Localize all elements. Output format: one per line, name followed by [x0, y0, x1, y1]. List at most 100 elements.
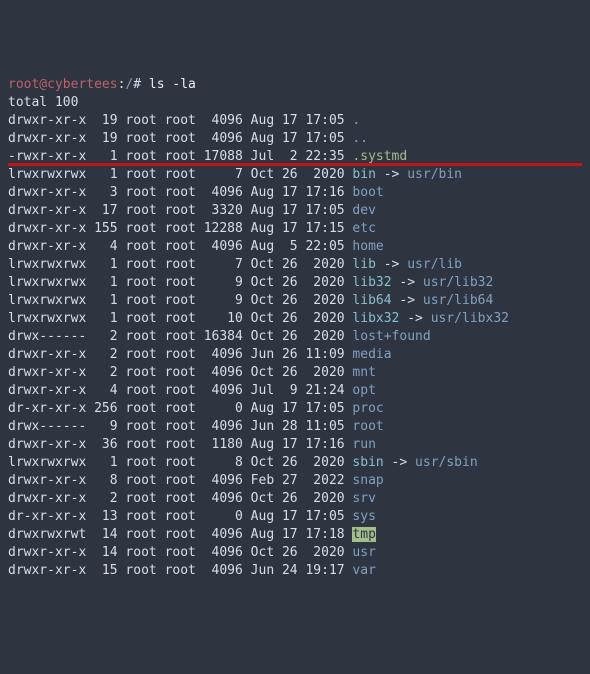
- total-line: total 100: [8, 94, 582, 112]
- ls-row: drwxrwxrwt 14 root root 4096 Aug 17 17:1…: [8, 526, 582, 544]
- filename: .systmd: [352, 149, 407, 164]
- group: root: [165, 167, 196, 182]
- group: root: [165, 491, 196, 506]
- filename: etc: [352, 221, 375, 236]
- date: Aug 17 17:15: [251, 221, 353, 236]
- perm: drwxrwxrwt: [8, 527, 86, 542]
- filename: tmp: [352, 527, 375, 542]
- ls-row: drwxr-xr-x 19 root root 4096 Aug 17 17:0…: [8, 112, 582, 130]
- perm: lrwxrwxrwx: [8, 167, 86, 182]
- size: 12288: [196, 221, 251, 236]
- link-target: usr/libx32: [431, 311, 509, 326]
- ls-row: lrwxrwxrwx 1 root root 9 Oct 26 2020 lib…: [8, 292, 582, 310]
- size: 3320: [196, 203, 251, 218]
- group: root: [165, 473, 196, 488]
- ls-row: drwxr-xr-x 15 root root 4096 Jun 24 19:1…: [8, 562, 582, 580]
- perm: drwxr-xr-x: [8, 203, 86, 218]
- owner: root: [125, 365, 156, 380]
- date: Jun 26 11:09: [251, 347, 353, 362]
- nlinks: 256: [86, 401, 125, 416]
- date: Jul 2 22:35: [251, 149, 353, 164]
- perm: drwx------: [8, 419, 86, 434]
- filename: srv: [352, 491, 375, 506]
- group: root: [165, 131, 196, 146]
- terminal[interactable]: root@cybertees:/# ls -latotal 100drwxr-x…: [8, 76, 582, 580]
- size: 4096: [196, 185, 251, 200]
- filename: var: [352, 563, 375, 578]
- size: 4096: [196, 491, 251, 506]
- ls-row: -rwxr-xr-x 1 root root 17088 Jul 2 22:35…: [8, 148, 582, 166]
- nlinks: 1: [86, 311, 125, 326]
- nlinks: 4: [86, 383, 125, 398]
- ls-row: drwxr-xr-x 2 root root 4096 Oct 26 2020 …: [8, 364, 582, 382]
- date: Oct 26 2020: [251, 275, 353, 290]
- nlinks: 1: [86, 257, 125, 272]
- size: 4096: [196, 131, 251, 146]
- perm: drwxr-xr-x: [8, 221, 86, 236]
- date: Oct 26 2020: [251, 167, 353, 182]
- owner: root: [125, 185, 156, 200]
- perm: lrwxrwxrwx: [8, 311, 86, 326]
- date: Aug 17 17:05: [251, 113, 353, 128]
- perm: -rwxr-xr-x: [8, 149, 86, 164]
- filename: lib64: [352, 293, 391, 308]
- group: root: [165, 401, 196, 416]
- owner: root: [125, 329, 156, 344]
- size: 10: [196, 311, 251, 326]
- size: 4096: [196, 347, 251, 362]
- ls-row: lrwxrwxrwx 1 root root 7 Oct 26 2020 lib…: [8, 256, 582, 274]
- filename: dev: [352, 203, 375, 218]
- date: Aug 17 17:16: [251, 437, 353, 452]
- owner: root: [125, 113, 156, 128]
- size: 9: [196, 275, 251, 290]
- nlinks: 2: [86, 329, 125, 344]
- date: Aug 5 22:05: [251, 239, 353, 254]
- owner: root: [125, 203, 156, 218]
- ls-row: drwxr-xr-x 14 root root 4096 Oct 26 2020…: [8, 544, 582, 562]
- size: 4096: [196, 383, 251, 398]
- nlinks: 1: [86, 293, 125, 308]
- group: root: [165, 509, 196, 524]
- perm: lrwxrwxrwx: [8, 275, 86, 290]
- arrow-icon: ->: [376, 167, 407, 182]
- date: Aug 17 17:05: [251, 401, 353, 416]
- date: Oct 26 2020: [251, 257, 353, 272]
- filename: sbin: [352, 455, 383, 470]
- date: Aug 17 17:05: [251, 131, 353, 146]
- group: root: [165, 149, 196, 164]
- date: Oct 26 2020: [251, 365, 353, 380]
- group: root: [165, 527, 196, 542]
- filename: mnt: [352, 365, 375, 380]
- link-target: usr/sbin: [415, 455, 478, 470]
- group: root: [165, 365, 196, 380]
- group: root: [165, 257, 196, 272]
- nlinks: 19: [86, 131, 125, 146]
- date: Aug 17 17:18: [251, 527, 353, 542]
- total-label: total 100: [8, 95, 78, 110]
- size: 4096: [196, 365, 251, 380]
- size: 4096: [196, 113, 251, 128]
- nlinks: 2: [86, 347, 125, 362]
- filename: .: [352, 113, 360, 128]
- command-text[interactable]: ls -la: [149, 77, 196, 92]
- owner: root: [125, 275, 156, 290]
- group: root: [165, 437, 196, 452]
- filename: usr: [352, 545, 375, 560]
- size: 4096: [196, 545, 251, 560]
- date: Oct 26 2020: [251, 311, 353, 326]
- size: 9: [196, 293, 251, 308]
- date: Aug 17 17:05: [251, 203, 353, 218]
- date: Jul 9 21:24: [251, 383, 353, 398]
- group: root: [165, 347, 196, 362]
- ls-row: dr-xr-xr-x 13 root root 0 Aug 17 17:05 s…: [8, 508, 582, 526]
- date: Oct 26 2020: [251, 455, 353, 470]
- group: root: [165, 329, 196, 344]
- filename: media: [352, 347, 391, 362]
- ls-row: drwxr-xr-x 2 root root 4096 Oct 26 2020 …: [8, 490, 582, 508]
- perm: drwxr-xr-x: [8, 473, 86, 488]
- nlinks: 14: [86, 527, 125, 542]
- nlinks: 1: [86, 455, 125, 470]
- ls-row: drwx------ 2 root root 16384 Oct 26 2020…: [8, 328, 582, 346]
- size: 7: [196, 257, 251, 272]
- arrow-icon: ->: [376, 257, 407, 272]
